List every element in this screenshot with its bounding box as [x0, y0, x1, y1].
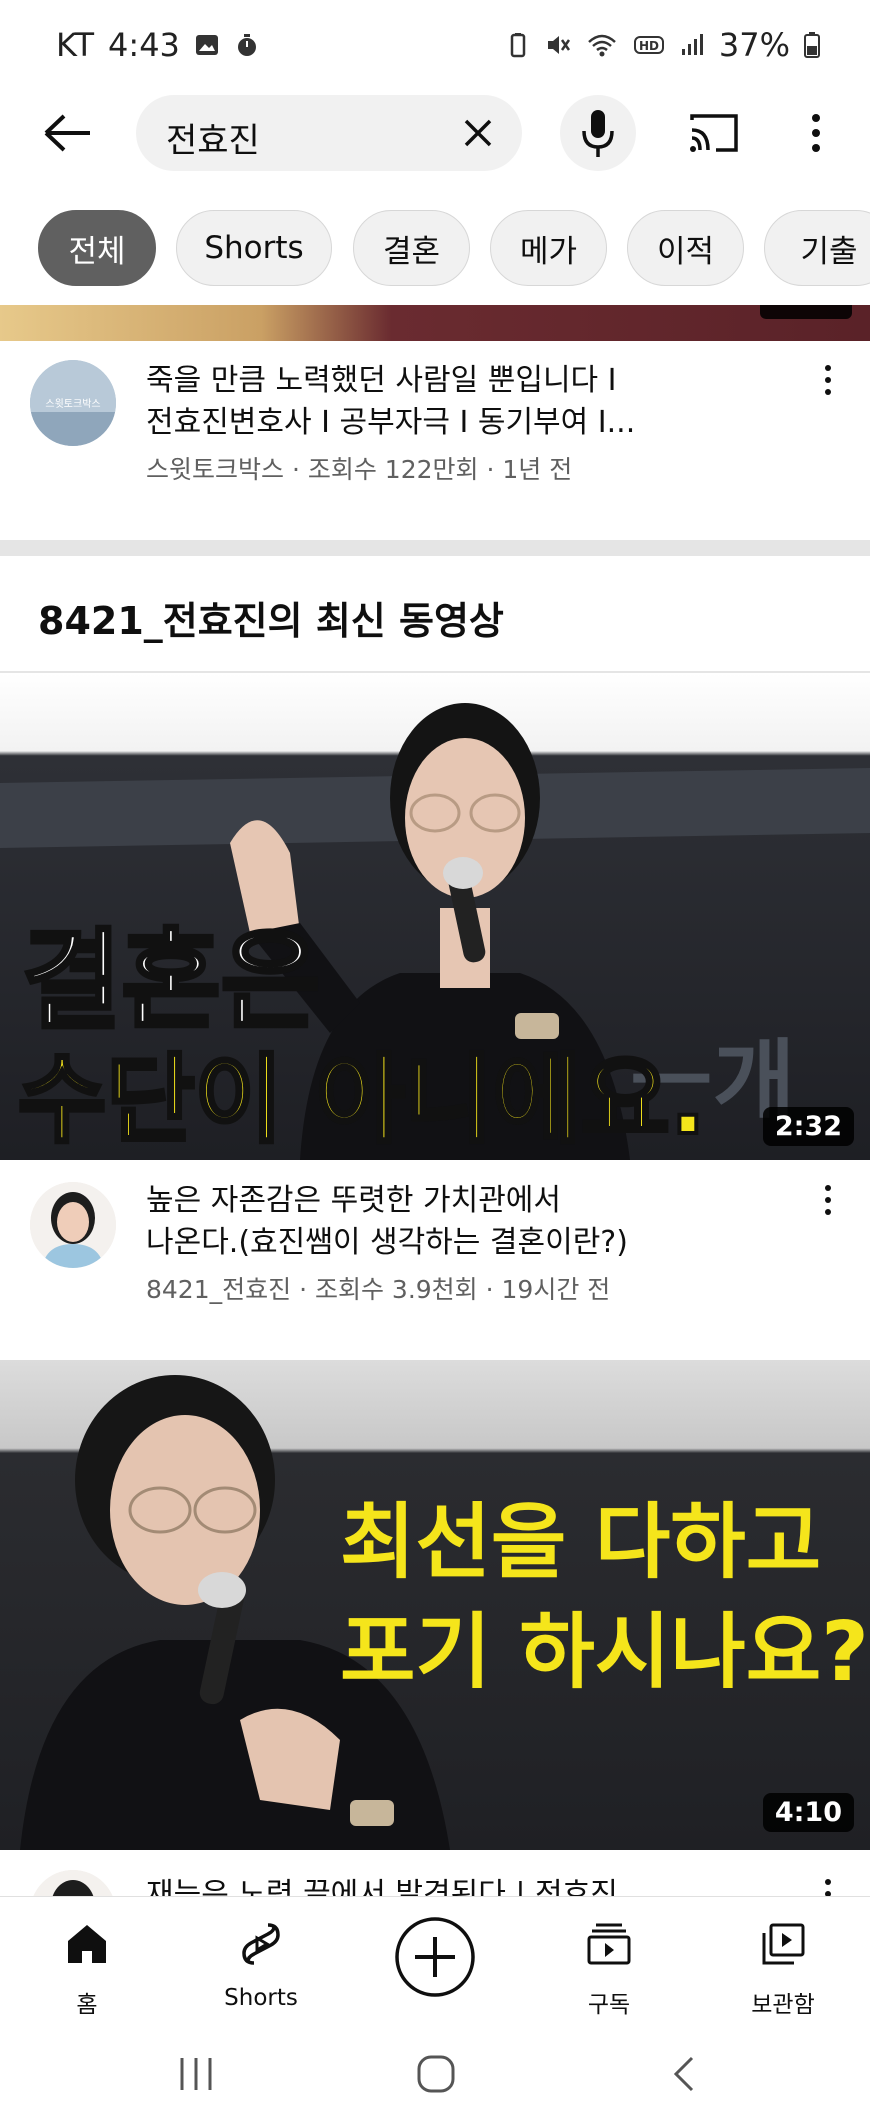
channel-avatar[interactable] [30, 1182, 116, 1268]
bottom-navigation: 홈 Shorts 구독 보관함 [0, 1896, 870, 2026]
clear-icon[interactable] [456, 111, 500, 155]
gallery-notification-icon [195, 35, 218, 55]
nav-shorts-label: Shorts [224, 1985, 298, 2011]
video-title[interactable]: 죽을 만큼 노력했던 사람일 뿐입니다 I 전효진변호사 I 공부자극 I 동기… [146, 360, 786, 444]
hd-voice-icon: HD [633, 36, 664, 54]
mute-icon [547, 36, 570, 54]
svg-text:스윗토크박스: 스윗토크박스 [45, 398, 100, 410]
thumbnail-image: ㅡ개 결혼은 수단이 아니에요. [0, 673, 870, 1160]
video-thumbnail[interactable]: ㅡ개 결혼은 수단이 아니에요. 2:32 [0, 673, 870, 1160]
duration-badge: 4:10 [762, 1793, 854, 1832]
filter-chips: 전체 Shorts 결혼 메가 이적 기출 [0, 210, 870, 290]
video-thumbnail-partial[interactable] [0, 305, 870, 341]
channel-avatar[interactable] [30, 1870, 116, 1896]
video-meta: 스윗토크박스 · 조회수 122만회 · 1년 전 [146, 455, 573, 484]
chip-transfer[interactable]: 이적 [627, 210, 744, 286]
system-navigation-bar [0, 2026, 870, 2127]
subscriptions-icon [587, 1923, 631, 1965]
nav-shorts[interactable]: Shorts [196, 1911, 326, 2021]
channel-avatar[interactable]: 스윗토크박스 [30, 360, 116, 446]
nav-home-label: 홈 [76, 1992, 98, 2018]
status-bar: KT 4:43 HD 37% [0, 0, 870, 90]
back-arrow-icon[interactable] [38, 108, 98, 158]
battery-percent: 37% [718, 26, 790, 64]
voice-search-button[interactable] [560, 95, 636, 171]
timer-notification-icon [237, 34, 256, 56]
battery-icon [804, 32, 820, 58]
search-input[interactable]: 전효진 [136, 95, 522, 171]
section-title: 8421_전효진의 최신 동영상 [38, 599, 504, 643]
video-item[interactable]: 스윗토크박스 죽을 만큼 노력했던 사람일 뿐입니다 I 전효진변호사 I 공부… [0, 350, 870, 520]
search-toolbar: 전효진 [0, 92, 870, 174]
video-more-icon[interactable] [818, 1876, 838, 1896]
chip-shorts[interactable]: Shorts [176, 210, 332, 286]
channel-logo: 스윗토크박스 [30, 360, 116, 446]
chip-mega[interactable]: 메가 [490, 210, 607, 286]
library-icon [762, 1923, 805, 1965]
video-item-partial[interactable]: 재능은 노력 끝에서 발견된다 | 전효진 [0, 1868, 870, 1896]
video-title-line: 죽을 만큼 노력했던 사람일 뿐입니다 I [146, 363, 617, 398]
video-meta: 8421_전효진 · 조회수 3.9천회 · 19시간 전 [146, 1275, 611, 1304]
svg-text:포기 하시나요?: 포기 하시나요? [340, 1605, 869, 1700]
video-title[interactable]: 재능은 노력 끝에서 발견된다 | 전효진 [146, 1874, 786, 1896]
wifi-icon [588, 34, 616, 57]
svg-text:최선을 다하고: 최선을 다하고 [340, 1495, 821, 1590]
chip-marriage[interactable]: 결혼 [353, 210, 470, 286]
create-plus-icon [395, 1917, 475, 1997]
thumbnail-image: 최선을 다하고 포기 하시나요? [0, 1360, 870, 1850]
cast-icon[interactable] [686, 108, 742, 158]
section-divider [0, 540, 870, 556]
video-item[interactable]: 높은 자존감은 뚜렷한 가치관에서 나온다.(효진쌤이 생각하는 결혼이란?) … [0, 1180, 870, 1350]
avatar-photo [30, 1870, 116, 1896]
video-title-line: 나온다.(효진쌤이 생각하는 결혼이란?) [146, 1225, 628, 1260]
chip-all[interactable]: 전체 [38, 210, 156, 286]
video-title[interactable]: 높은 자존감은 뚜렷한 가치관에서 나온다.(효진쌤이 생각하는 결혼이란?) [146, 1180, 786, 1264]
svg-text:HD: HD [639, 39, 659, 53]
video-more-icon[interactable] [818, 1182, 838, 1222]
shorts-icon [242, 1923, 280, 1965]
svg-text:수단이 아니에요.: 수단이 아니에요. [18, 1044, 706, 1156]
chip-past-exam[interactable]: 기출 [764, 210, 870, 286]
home-icon [68, 1925, 106, 1963]
nav-subscriptions-label: 구독 [587, 1992, 631, 2018]
recent-apps-icon[interactable] [176, 2054, 216, 2094]
video-title-line: 높은 자존감은 뚜렷한 가치관에서 [146, 1183, 562, 1218]
video-title-line: 전효진변호사 I 공부자극 I 동기부여 I... [146, 405, 636, 440]
home-button-icon[interactable] [416, 2054, 456, 2094]
clock: 4:43 [108, 26, 180, 64]
avatar-photo [30, 1182, 116, 1268]
nav-subscriptions[interactable]: 구독 [544, 1911, 674, 2021]
nav-library-label: 보관함 [751, 1992, 815, 2018]
search-query: 전효진 [166, 121, 260, 161]
mic-icon [582, 110, 614, 157]
signal-icon [681, 34, 703, 55]
battery-saver-icon [510, 33, 526, 58]
more-options-icon[interactable] [796, 108, 836, 158]
video-thumbnail[interactable]: 최선을 다하고 포기 하시나요? 4:10 [0, 1360, 870, 1850]
duration-badge: 2:32 [762, 1107, 854, 1146]
video-more-icon[interactable] [818, 362, 838, 402]
duration-badge-partial [760, 305, 852, 319]
nav-library[interactable]: 보관함 [718, 1911, 848, 2021]
nav-create[interactable] [370, 1911, 500, 2021]
carrier-label: KT [56, 26, 95, 64]
system-back-icon[interactable] [664, 2054, 704, 2094]
nav-home[interactable]: 홈 [22, 1911, 152, 2021]
svg-text:결혼은: 결혼은 [22, 919, 320, 1044]
